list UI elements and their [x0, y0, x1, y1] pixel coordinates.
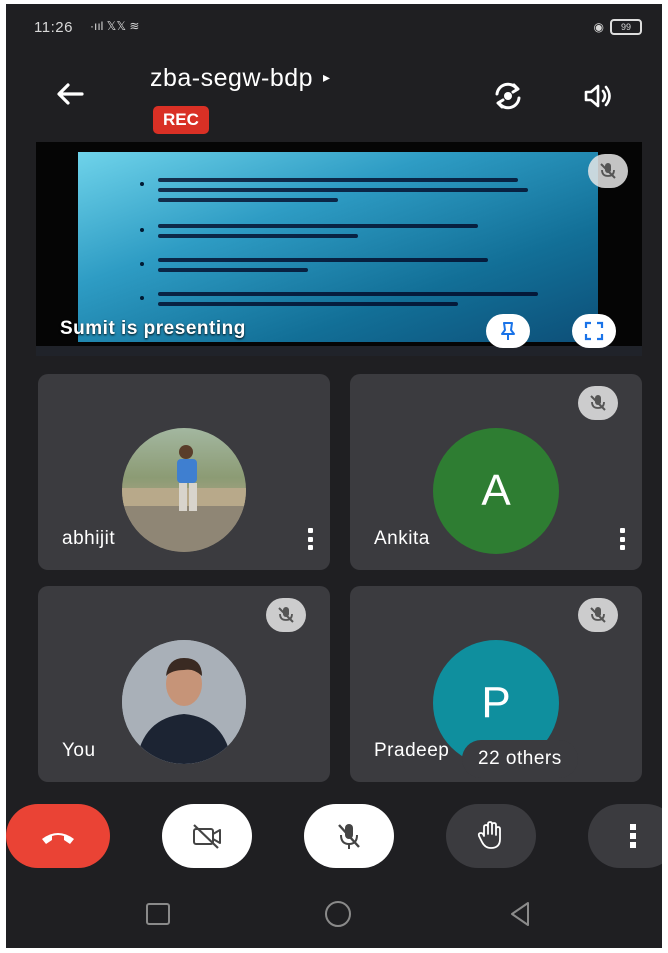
participant-name: You — [62, 740, 96, 761]
end-call-button[interactable] — [6, 804, 110, 868]
avatar-initial: A — [433, 428, 559, 554]
raise-hand-button[interactable] — [446, 804, 536, 868]
shared-taskbar — [36, 346, 642, 356]
pin-icon — [501, 322, 515, 340]
meeting-code: zba-segw-bdp — [150, 64, 314, 92]
mic-off-icon — [278, 607, 294, 623]
call-controls — [6, 804, 662, 874]
switch-camera-icon[interactable] — [488, 76, 528, 116]
speaker-icon[interactable] — [578, 76, 618, 116]
others-chip[interactable]: 22 others — [462, 740, 578, 778]
mic-off-badge — [588, 154, 628, 188]
mic-off-badge — [578, 386, 618, 420]
more-vert-icon — [630, 824, 636, 848]
pin-button[interactable] — [486, 314, 530, 348]
raise-hand-icon — [477, 821, 501, 849]
camera-off-icon — [193, 824, 221, 849]
status-time: 11:26 — [34, 19, 73, 36]
signal-indicator: ·ııl 𝕏𝕏 ≋ — [90, 19, 140, 33]
participant-name: abhijit — [62, 528, 116, 549]
mic-toggle-button[interactable] — [304, 804, 394, 868]
presentation-view[interactable]: Sumit is presenting — [36, 142, 642, 356]
nav-home-icon[interactable] — [322, 898, 354, 930]
back-arrow-icon[interactable] — [50, 74, 90, 114]
camera-toggle-button[interactable] — [162, 804, 252, 868]
battery-indicator: ◉ 99 — [594, 19, 642, 35]
system-nav-bar — [6, 878, 662, 948]
battery-icon: 99 — [610, 19, 642, 35]
expand-caret-icon: ▸ — [323, 69, 331, 85]
shared-slide — [78, 152, 598, 342]
nav-recents-icon[interactable] — [142, 898, 174, 930]
recording-badge: REC — [153, 106, 209, 134]
participant-photo — [122, 640, 246, 764]
avatar-photo — [122, 640, 246, 764]
mic-off-badge — [578, 598, 618, 632]
participant-name: Pradeep — [374, 740, 450, 761]
alarm-icon: ◉ — [593, 20, 604, 34]
meeting-header: zba-segw-bdp ▸ REC — [6, 48, 662, 138]
more-options-button[interactable] — [588, 804, 662, 868]
end-call-icon — [42, 833, 74, 844]
more-vert-icon[interactable] — [308, 528, 314, 550]
meet-call-screen: 11:26 ·ııl 𝕏𝕏 ≋ ◉ 99 zba-segw-bdp ▸ REC — [6, 4, 662, 948]
presenting-label: Sumit is presenting — [60, 318, 246, 339]
avatar-photo — [122, 428, 246, 552]
status-bar: 11:26 ·ııl 𝕏𝕏 ≋ ◉ 99 — [6, 4, 662, 48]
fullscreen-button[interactable] — [572, 314, 616, 348]
participant-tile-abhijit[interactable]: abhijit — [38, 374, 330, 570]
participant-tile-ankita[interactable]: A Ankita — [350, 374, 642, 570]
meeting-title-button[interactable]: zba-segw-bdp ▸ — [150, 64, 331, 93]
mic-off-icon — [338, 824, 360, 849]
more-vert-icon[interactable] — [620, 528, 626, 550]
fullscreen-icon — [584, 321, 604, 341]
nav-back-icon[interactable] — [504, 898, 536, 930]
mic-off-badge — [266, 598, 306, 632]
participant-photo — [122, 445, 246, 552]
mic-off-icon — [590, 395, 606, 411]
mic-off-icon — [600, 163, 616, 179]
mic-off-icon — [590, 607, 606, 623]
participant-name: Ankita — [374, 528, 430, 549]
participant-tile-you[interactable]: You — [38, 586, 330, 782]
